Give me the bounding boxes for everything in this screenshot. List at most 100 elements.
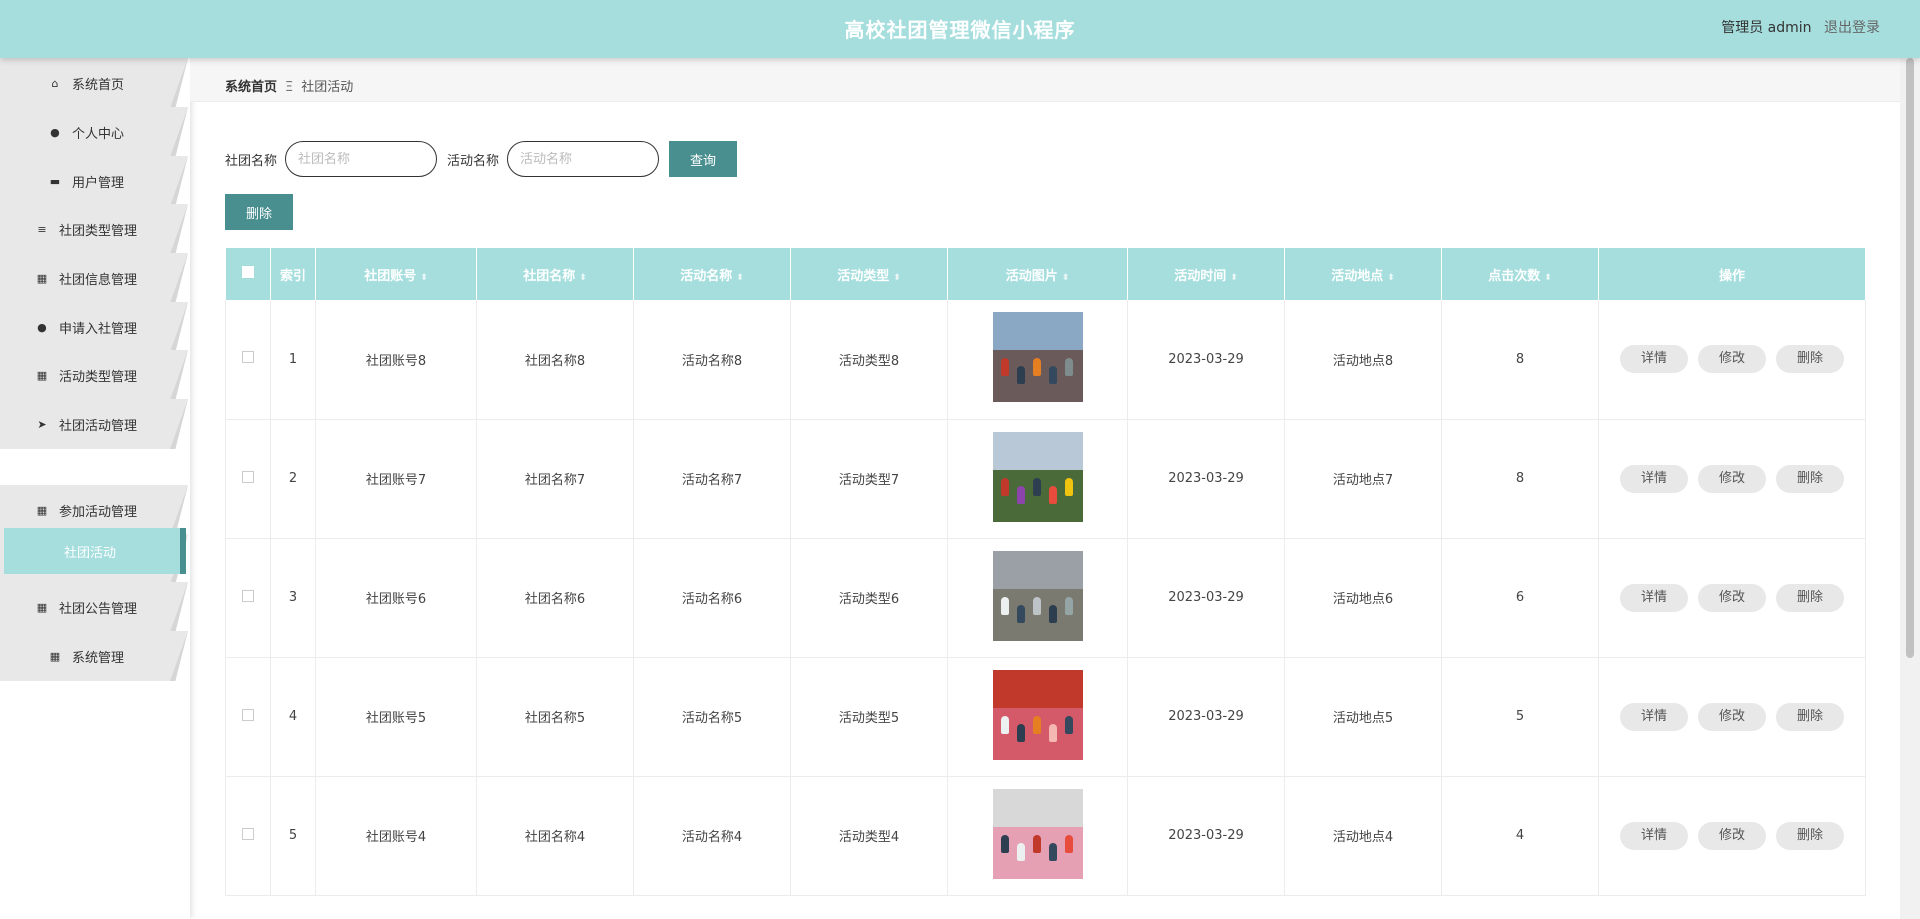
cell-actions: 详情 修改 删除 [1598, 776, 1866, 896]
row-select-cell[interactable] [225, 538, 271, 658]
sidebar-item[interactable]: ▬ 用户管理 [0, 156, 188, 206]
cell-club: 社团名称7 [476, 419, 634, 539]
column-header[interactable]: 社团名称 ⬍ [476, 248, 634, 300]
edit-button[interactable]: 修改 [1698, 583, 1766, 612]
cell-image [947, 538, 1128, 658]
sidebar-item[interactable]: ▦ 活动类型管理 [0, 350, 188, 400]
sliders-icon: ≡ [37, 222, 47, 236]
activity-image[interactable] [992, 312, 1083, 403]
cell-activity-name: 活动名称5 [633, 657, 791, 777]
thumb-figure [1064, 358, 1073, 377]
row-checkbox[interactable] [242, 708, 254, 721]
breadcrumb-home[interactable]: 系统首页 [225, 80, 277, 95]
delete-button[interactable]: 删除 [1776, 821, 1844, 850]
detail-button[interactable]: 详情 [1620, 821, 1688, 850]
thumb-figure [1016, 485, 1025, 504]
sidebar-item[interactable]: ➤ 社团活动管理 [0, 399, 188, 449]
thumb-figure [1000, 834, 1009, 853]
sort-icon[interactable]: ⬍ [420, 273, 428, 283]
thumb-figure [1000, 596, 1009, 615]
activity-image[interactable] [992, 550, 1083, 641]
cell-club: 社团名称5 [476, 657, 634, 777]
edit-button[interactable]: 修改 [1698, 464, 1766, 493]
activity-image[interactable] [992, 669, 1083, 760]
column-header[interactable]: 活动图片 ⬍ [947, 248, 1128, 300]
activity-image[interactable] [992, 431, 1083, 522]
header-label: 活动类型 [837, 268, 890, 284]
thumb-figure [1000, 358, 1009, 377]
cell-account: 社团账号6 [315, 538, 477, 658]
thumb-figure [1032, 715, 1041, 734]
sidebar-item[interactable]: ▦ 系统管理 [0, 631, 188, 681]
cell-place: 活动地点6 [1284, 538, 1442, 658]
column-header[interactable]: 社团账号 ⬍ [315, 248, 477, 300]
row-select-cell[interactable] [225, 419, 271, 539]
cell-image [947, 776, 1128, 896]
query-button[interactable]: 查询 [669, 141, 738, 177]
sidebar: ⌂ 系统首页 ● 个人中心 ▬ 用户管理 ≡ 社团类型管理 ▦ 社团信息管理 ● 申请入社管理 ▦ 活动类… [0, 58, 190, 919]
sidebar-item-label: 社团公告管理 [58, 601, 137, 617]
thumb-bg [992, 669, 1083, 708]
cell-clicks: 8 [1441, 419, 1599, 539]
sort-icon[interactable]: ⬍ [579, 273, 587, 283]
activity-image[interactable] [992, 788, 1083, 879]
sort-icon[interactable]: ⬍ [1230, 273, 1238, 283]
row-checkbox[interactable] [242, 470, 254, 483]
sort-icon[interactable]: ⬍ [1544, 273, 1552, 283]
sidebar-item[interactable]: ● 个人中心 [0, 107, 188, 157]
column-header[interactable]: 活动类型 ⬍ [790, 248, 948, 300]
row-checkbox[interactable] [242, 827, 254, 840]
sidebar-item[interactable]: ≡ 社团类型管理 [0, 204, 188, 254]
column-header[interactable]: 活动地点 ⬍ [1284, 248, 1442, 300]
delete-button[interactable]: 删除 [1776, 464, 1844, 493]
cell-clicks: 5 [1441, 657, 1599, 777]
app-title: 高校社团管理微信小程序 [844, 18, 1076, 42]
sidebar-item[interactable]: ▦ 社团公告管理 [0, 582, 188, 632]
sort-icon[interactable]: ⬍ [1062, 273, 1070, 283]
sidebar-item[interactable]: ● 申请入社管理 [0, 302, 188, 352]
delete-button[interactable]: 删除 [1776, 583, 1844, 612]
batch-delete-button[interactable]: 删除 [225, 194, 293, 230]
cell-place: 活动地点8 [1284, 300, 1442, 420]
row-checkbox[interactable] [242, 589, 254, 602]
sort-icon[interactable]: ⬍ [893, 273, 901, 283]
delete-button[interactable]: 删除 [1776, 345, 1844, 374]
edit-button[interactable]: 修改 [1698, 345, 1766, 374]
sidebar-item[interactable]: ▦ 社团信息管理 [0, 253, 188, 303]
cell-time: 2023-03-29 [1127, 776, 1285, 896]
detail-button[interactable]: 详情 [1620, 702, 1688, 731]
logout-link[interactable]: 退出登录 [1824, 20, 1880, 36]
club-name-input[interactable] [285, 141, 438, 177]
sort-icon[interactable]: ⬍ [1387, 273, 1395, 283]
detail-button[interactable]: 详情 [1620, 464, 1688, 493]
cell-time: 2023-03-29 [1127, 538, 1285, 658]
select-all-cell[interactable] [225, 248, 271, 300]
sidebar-item-label: 系统首页 [71, 77, 124, 93]
row-select-cell[interactable] [225, 776, 271, 896]
row-select-cell[interactable] [225, 300, 271, 420]
cell-activity-name: 活动名称7 [633, 419, 791, 539]
edit-button[interactable]: 修改 [1698, 821, 1766, 850]
detail-button[interactable]: 详情 [1620, 345, 1688, 374]
sidebar-subitem-active[interactable]: 社团活动 [4, 528, 186, 574]
sidebar-item-content: ● 个人中心 [0, 107, 172, 157]
sidebar-item-label: 活动类型管理 [58, 369, 137, 385]
column-header[interactable]: 活动时间 ⬍ [1127, 248, 1285, 300]
activity-name-input[interactable] [507, 141, 660, 177]
cell-clicks: 6 [1441, 538, 1599, 658]
sidebar-item[interactable]: ⌂ 系统首页 [0, 58, 188, 108]
select-all-checkbox[interactable] [241, 266, 254, 278]
column-header[interactable]: 活动名称 ⬍ [633, 248, 791, 300]
row-checkbox[interactable] [242, 351, 254, 364]
cell-actions: 详情 修改 删除 [1598, 419, 1866, 539]
edit-button[interactable]: 修改 [1698, 702, 1766, 731]
page-scrollbar[interactable] [1900, 0, 1920, 919]
detail-button[interactable]: 详情 [1620, 583, 1688, 612]
scrollbar-thumb[interactable] [1906, 58, 1914, 658]
delete-button[interactable]: 删除 [1776, 702, 1844, 731]
column-header[interactable]: 点击次数 ⬍ [1441, 248, 1599, 300]
activity-name-label: 活动名称 [447, 153, 500, 169]
sort-icon[interactable]: ⬍ [736, 273, 744, 283]
row-select-cell[interactable] [225, 657, 271, 777]
header-label: 活动时间 [1174, 268, 1227, 284]
